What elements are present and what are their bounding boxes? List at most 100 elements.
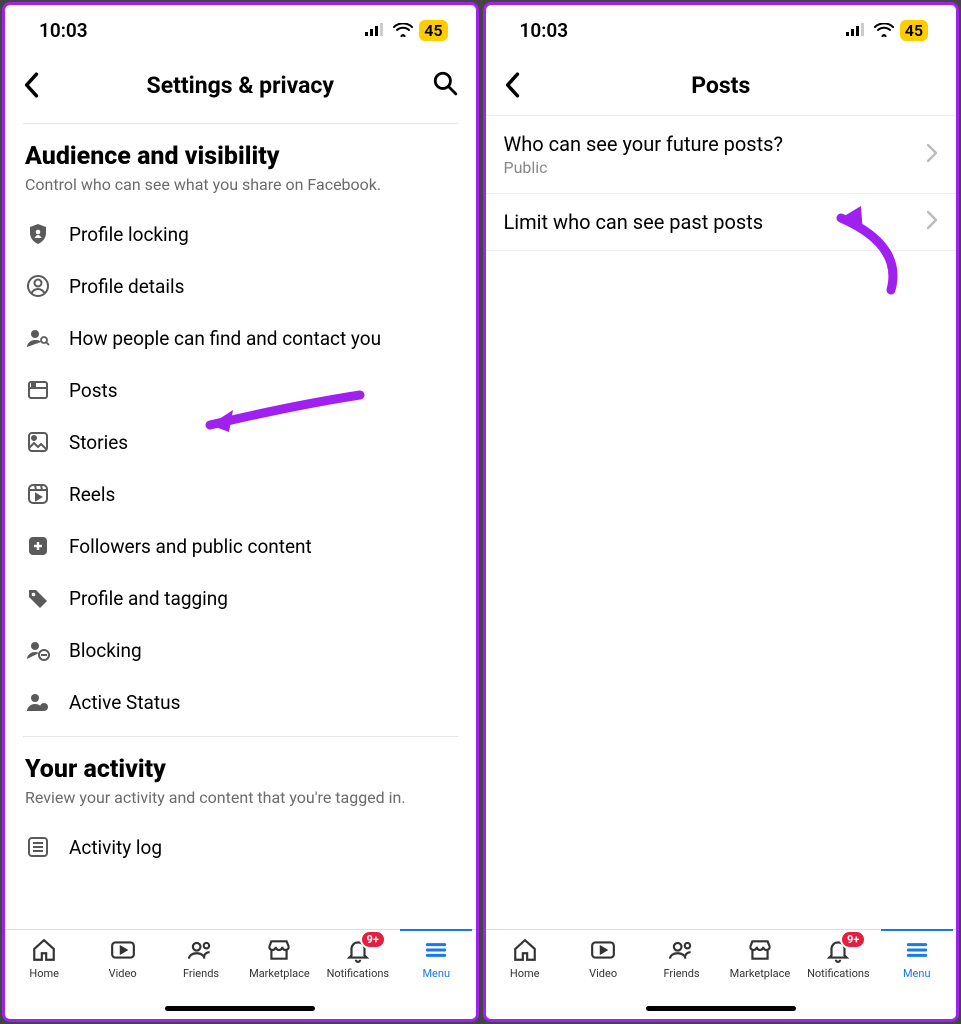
- wifi-icon: [874, 23, 894, 37]
- menu-item-activity-log[interactable]: Activity log: [25, 821, 456, 873]
- bell-icon: 9+: [344, 936, 372, 964]
- hamburger-icon: [903, 936, 931, 964]
- marketplace-icon: [746, 936, 774, 964]
- chevron-right-icon: [926, 210, 938, 234]
- friends-icon: [187, 936, 215, 964]
- notification-badge: 9+: [360, 930, 386, 949]
- tab-notifications[interactable]: 9+ Notifications: [802, 936, 874, 1019]
- search-button[interactable]: [422, 70, 458, 100]
- phone-settings: 10:03 45 Settings & privacy Audience and…: [2, 2, 479, 1022]
- status-bar: 10:03 45: [486, 5, 957, 55]
- back-button[interactable]: [504, 72, 540, 98]
- notification-badge: 9+: [840, 930, 866, 949]
- tab-label: Marketplace: [730, 967, 791, 980]
- section-subtitle: Review your activity and content that yo…: [25, 788, 456, 807]
- tab-label: Menu: [903, 967, 931, 980]
- battery-badge: 45: [900, 20, 928, 41]
- profile-icon: [25, 273, 51, 299]
- tab-label: Home: [29, 967, 59, 980]
- shield-icon: [25, 221, 51, 247]
- tab-label: Notifications: [807, 967, 870, 980]
- row-future-posts[interactable]: Who can see your future posts? Public: [486, 116, 957, 194]
- row-text: Who can see your future posts? Public: [504, 132, 783, 177]
- row-limit-past-posts[interactable]: Limit who can see past posts: [486, 194, 957, 251]
- tag-icon: [25, 585, 51, 611]
- section-subtitle: Control who can see what you share on Fa…: [25, 175, 456, 194]
- tab-label: Video: [109, 967, 137, 980]
- menu-label: Profile locking: [69, 223, 189, 246]
- chevron-left-icon: [23, 72, 39, 98]
- tab-label: Friends: [183, 967, 219, 980]
- battery-badge: 45: [419, 20, 447, 41]
- status-time: 10:03: [39, 19, 88, 42]
- row-sub: Public: [504, 158, 783, 177]
- bell-icon: 9+: [824, 936, 852, 964]
- cellular-icon: [846, 23, 868, 37]
- header: Posts: [486, 55, 957, 115]
- tab-label: Friends: [663, 967, 699, 980]
- tab-bar: Home Video Friends Marketplace 9+ Notifi…: [486, 929, 957, 1019]
- menu-label: Profile details: [69, 275, 184, 298]
- home-icon: [30, 936, 58, 964]
- video-icon: [589, 936, 617, 964]
- page-title: Posts: [540, 72, 903, 99]
- menu-label: Activity log: [69, 836, 162, 859]
- tab-menu[interactable]: Menu: [400, 936, 472, 1019]
- tab-label: Marketplace: [249, 967, 310, 980]
- person-search-icon: [25, 325, 51, 351]
- chevron-left-icon: [504, 72, 520, 98]
- menu-item-reels[interactable]: Reels: [25, 468, 456, 520]
- divider: [23, 123, 458, 124]
- marketplace-icon: [265, 936, 293, 964]
- tab-label: Video: [589, 967, 617, 980]
- tab-notifications[interactable]: 9+ Notifications: [322, 936, 394, 1019]
- phone-posts: 10:03 45 Posts Who can see your future p…: [483, 2, 960, 1022]
- menu-item-followers[interactable]: Followers and public content: [25, 520, 456, 572]
- tab-home[interactable]: Home: [8, 936, 80, 1019]
- tab-home[interactable]: Home: [489, 936, 561, 1019]
- menu-label: Stories: [69, 431, 128, 454]
- header: Settings & privacy: [5, 55, 476, 115]
- menu-item-profile-details[interactable]: Profile details: [25, 260, 456, 312]
- home-indicator: [165, 1006, 315, 1011]
- video-icon: [109, 936, 137, 964]
- blocking-icon: [25, 637, 51, 663]
- menu-label: Active Status: [69, 691, 180, 714]
- section-audience: Audience and visibility Control who can …: [5, 132, 476, 728]
- menu-label: Posts: [69, 379, 118, 402]
- menu-item-blocking[interactable]: Blocking: [25, 624, 456, 676]
- menu-item-stories[interactable]: Stories: [25, 416, 456, 468]
- status-right: 45: [365, 20, 447, 41]
- tab-video[interactable]: Video: [567, 936, 639, 1019]
- chevron-right-icon: [926, 143, 938, 167]
- back-button[interactable]: [23, 72, 59, 98]
- menu-label: Reels: [69, 483, 115, 506]
- row-title: Who can see your future posts?: [504, 132, 783, 156]
- tab-label: Menu: [422, 967, 450, 980]
- hamburger-icon: [422, 936, 450, 964]
- row-title: Limit who can see past posts: [504, 210, 764, 234]
- home-icon: [511, 936, 539, 964]
- stories-icon: [25, 429, 51, 455]
- menu-item-posts[interactable]: Posts: [25, 364, 456, 416]
- menu-label: Followers and public content: [69, 535, 312, 558]
- menu-item-profile-locking[interactable]: Profile locking: [25, 208, 456, 260]
- home-indicator: [646, 1006, 796, 1011]
- menu-label: How people can find and contact you: [69, 327, 381, 350]
- search-icon: [432, 70, 458, 96]
- friends-icon: [668, 936, 696, 964]
- status-time: 10:03: [520, 19, 569, 42]
- section-title: Audience and visibility: [25, 142, 456, 171]
- row-text: Limit who can see past posts: [504, 210, 764, 234]
- cellular-icon: [365, 23, 387, 37]
- tab-video[interactable]: Video: [87, 936, 159, 1019]
- tab-menu[interactable]: Menu: [881, 936, 953, 1019]
- menu-item-find-contact[interactable]: How people can find and contact you: [25, 312, 456, 364]
- activity-log-icon: [25, 834, 51, 860]
- status-bar: 10:03 45: [5, 5, 476, 55]
- menu-item-active-status[interactable]: Active Status: [25, 676, 456, 728]
- followers-icon: [25, 533, 51, 559]
- menu-item-tagging[interactable]: Profile and tagging: [25, 572, 456, 624]
- reels-icon: [25, 481, 51, 507]
- menu-label: Blocking: [69, 639, 142, 662]
